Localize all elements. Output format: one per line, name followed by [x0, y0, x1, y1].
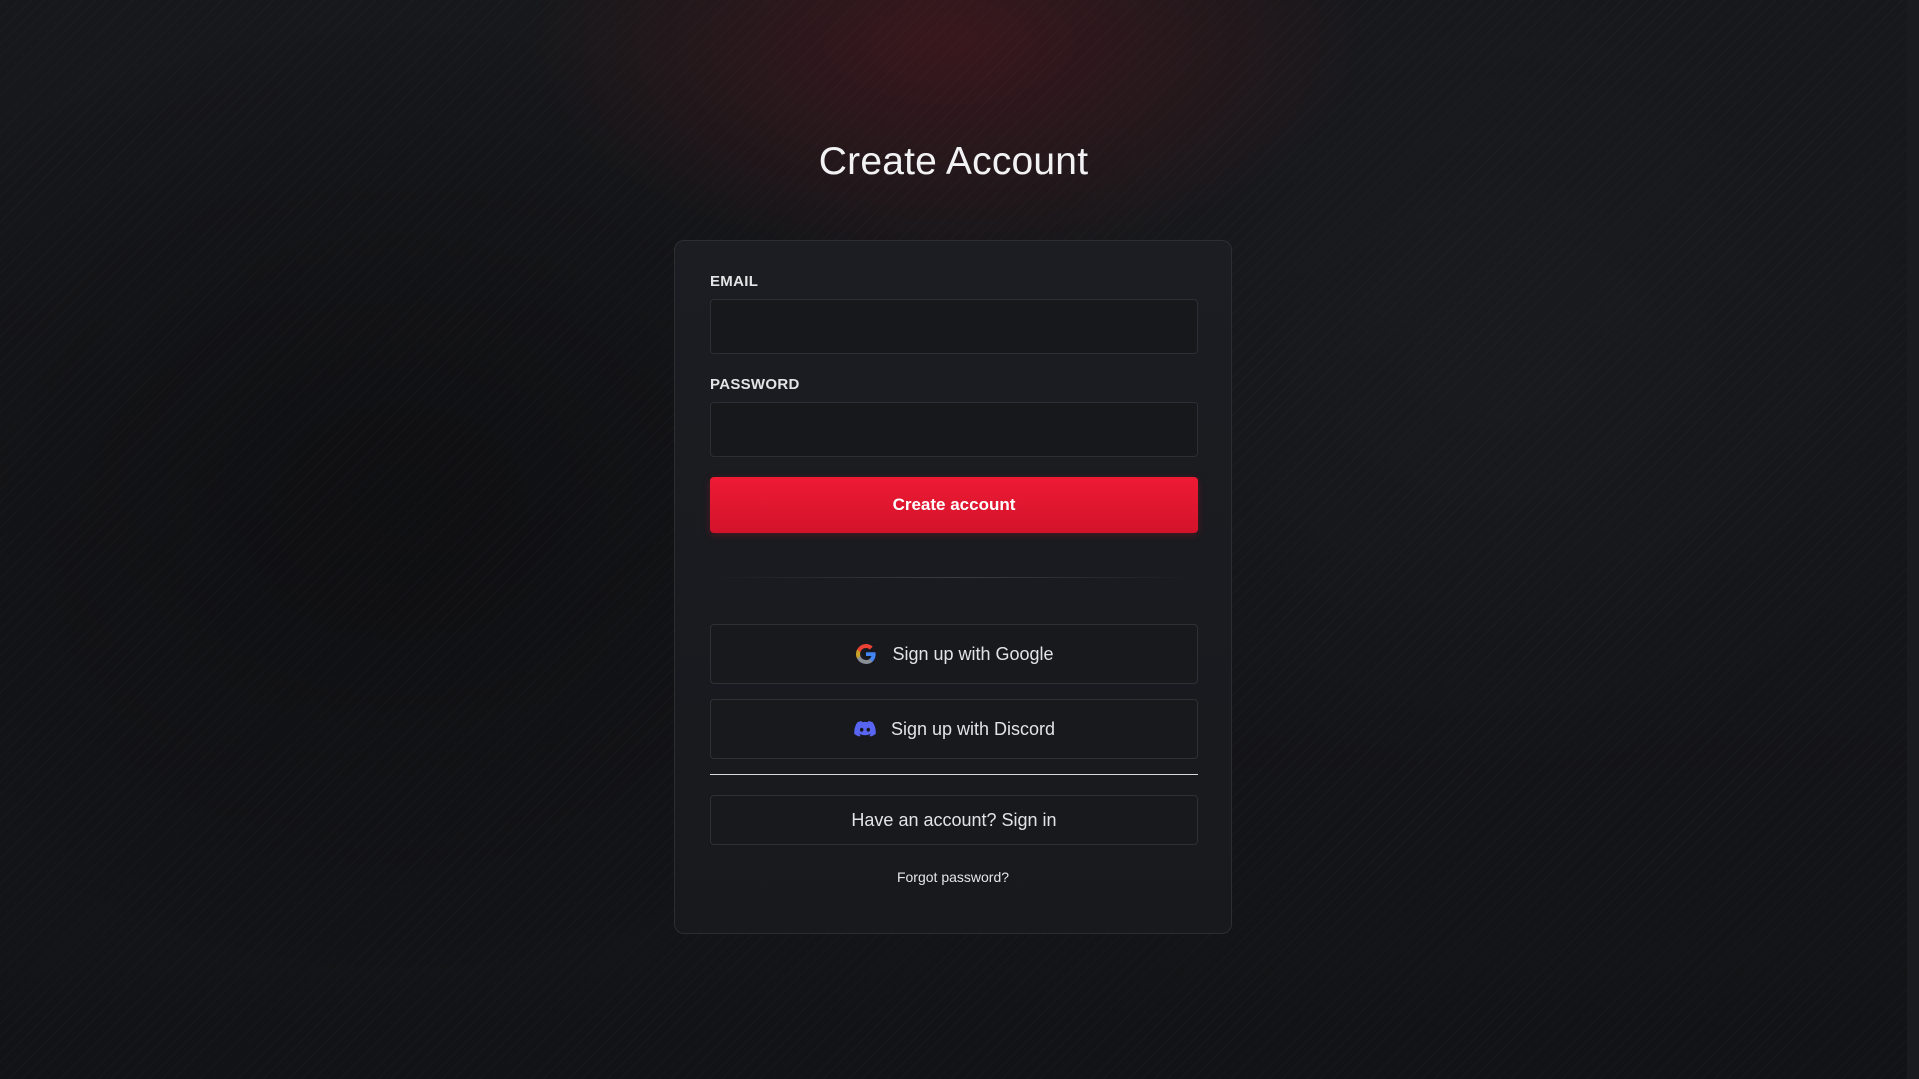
password-input[interactable] — [710, 402, 1198, 457]
password-group: PASSWORD — [710, 376, 1198, 457]
oauth-divider — [710, 577, 1198, 578]
password-label: PASSWORD — [710, 376, 800, 393]
discord-signup-button[interactable]: Sign up with Discord — [710, 699, 1198, 759]
email-label: EMAIL — [710, 273, 759, 290]
discord-signup-label: Sign up with Discord — [890, 718, 1056, 739]
section-divider — [710, 774, 1198, 775]
forgot-password-link[interactable]: Forgot password? — [710, 869, 1196, 885]
sign-in-button[interactable]: Have an account? Sign in — [710, 795, 1198, 845]
email-group: EMAIL — [710, 273, 1198, 354]
email-input[interactable] — [710, 299, 1198, 354]
google-signup-button[interactable]: Sign up with Google — [710, 624, 1198, 684]
google-icon — [854, 642, 878, 666]
page-title: Create Account — [818, 140, 1089, 183]
page-scrollbar[interactable] — [1907, 0, 1919, 1079]
create-account-button[interactable]: Create account — [710, 477, 1198, 533]
google-signup-label: Sign up with Google — [892, 643, 1054, 664]
discord-icon — [853, 717, 877, 741]
signup-card: EMAIL PASSWORD Create account Sign up wi… — [674, 240, 1232, 934]
